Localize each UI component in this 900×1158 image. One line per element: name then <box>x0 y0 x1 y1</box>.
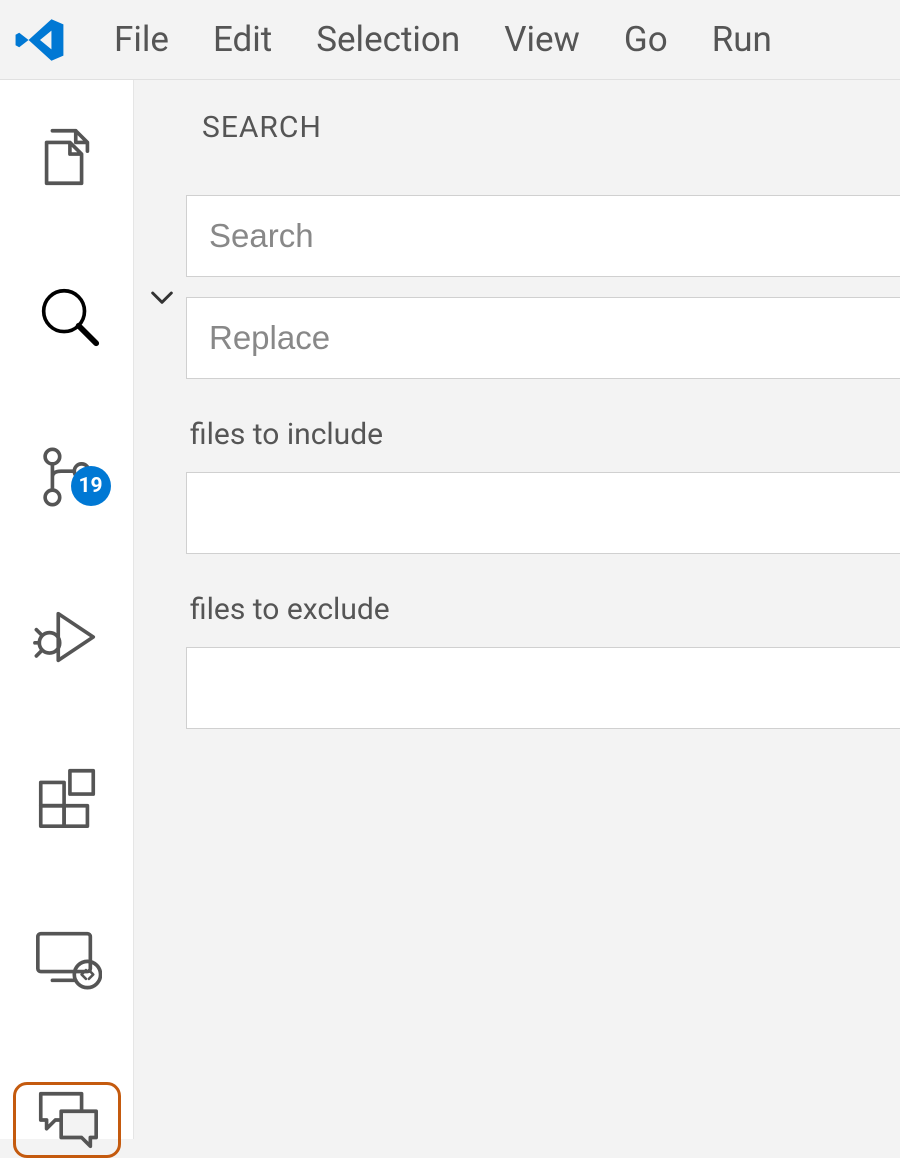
search-form: files to include files to exclude <box>134 195 900 729</box>
menu-run[interactable]: Run <box>712 19 772 60</box>
replace-input[interactable] <box>186 297 900 379</box>
toggle-replace[interactable] <box>138 257 186 337</box>
include-label: files to include <box>186 417 900 452</box>
inputs-column: files to include files to exclude <box>186 195 900 729</box>
remote-explorer-icon <box>32 922 102 992</box>
activity-remote-explorer[interactable] <box>13 922 121 992</box>
menu-edit[interactable]: Edit <box>213 19 272 60</box>
main-content: 19 <box>0 80 900 1139</box>
files-icon <box>32 122 102 192</box>
title-bar: File Edit Selection View Go Run <box>0 0 900 80</box>
source-control-badge: 19 <box>71 466 111 506</box>
search-input[interactable] <box>186 195 900 277</box>
activity-search[interactable] <box>13 282 121 352</box>
run-debug-icon <box>32 602 102 672</box>
menu-file[interactable]: File <box>114 19 169 60</box>
activity-chat[interactable] <box>13 1082 121 1158</box>
menu-bar: File Edit Selection View Go Run <box>114 19 772 60</box>
menu-go[interactable]: Go <box>624 19 668 60</box>
activity-bar: 19 <box>0 80 134 1139</box>
extensions-icon <box>32 762 102 832</box>
chevron-down-icon <box>146 281 178 313</box>
exclude-label: files to exclude <box>186 592 900 627</box>
activity-explorer[interactable] <box>13 122 121 192</box>
vscode-logo-icon <box>14 14 66 66</box>
activity-extensions[interactable] <box>13 762 121 832</box>
activity-run-debug[interactable] <box>13 602 121 672</box>
files-include-input[interactable] <box>186 472 900 554</box>
search-icon <box>32 282 102 352</box>
menu-view[interactable]: View <box>504 19 580 60</box>
menu-selection[interactable]: Selection <box>316 19 460 60</box>
chat-icon <box>32 1085 102 1155</box>
search-sidebar: SEARCH files to include files to exclude <box>134 80 900 1139</box>
files-exclude-input[interactable] <box>186 647 900 729</box>
activity-source-control[interactable]: 19 <box>13 442 121 512</box>
sidebar-title: SEARCH <box>134 110 900 145</box>
